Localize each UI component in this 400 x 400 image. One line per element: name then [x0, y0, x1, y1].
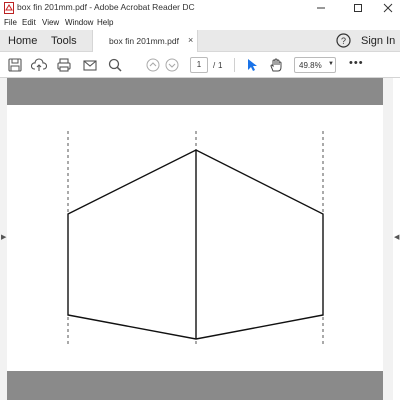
tab-document-label: box fin 201mm.pdf	[109, 36, 179, 46]
page-number-input[interactable]: 1	[190, 57, 208, 73]
upload-icon[interactable]	[31, 57, 47, 73]
hand-tool-icon[interactable]	[268, 57, 284, 73]
tab-document[interactable]: box fin 201mm.pdf ×	[92, 30, 198, 52]
svg-text:?: ?	[341, 36, 346, 46]
minimize-icon	[317, 7, 325, 9]
acrobat-pdf-icon	[4, 2, 14, 14]
menu-edit[interactable]: Edit	[22, 18, 36, 27]
menu-bar: File Edit View Window Help	[0, 16, 400, 30]
save-icon[interactable]	[7, 57, 23, 73]
close-icon	[383, 3, 393, 13]
maximize-icon	[354, 4, 362, 12]
tab-close-button[interactable]: ×	[188, 35, 193, 45]
tab-bar: Home Tools box fin 201mm.pdf × ? Sign In	[0, 30, 400, 52]
next-page-icon[interactable]	[164, 57, 180, 73]
zoom-value: 49.8%	[299, 61, 322, 70]
chevron-down-icon: ▼	[328, 61, 334, 67]
tab-home[interactable]: Home	[8, 35, 37, 47]
print-icon[interactable]	[56, 57, 72, 73]
help-icon[interactable]: ?	[336, 33, 351, 48]
search-icon[interactable]	[107, 57, 123, 73]
toolbar-divider	[234, 58, 235, 72]
tab-tools[interactable]: Tools	[51, 35, 77, 47]
close-window-button[interactable]	[372, 0, 400, 16]
menu-window[interactable]: Window	[65, 18, 93, 27]
window-title: box fin 201mm.pdf - Adobe Acrobat Reader…	[17, 2, 195, 12]
page-separator: /	[213, 61, 216, 70]
menu-view[interactable]: View	[42, 18, 59, 27]
maximize-button[interactable]	[342, 0, 374, 16]
select-cursor-icon[interactable]	[244, 57, 260, 73]
more-tools-button[interactable]: •••	[349, 57, 364, 69]
menu-help[interactable]: Help	[97, 18, 113, 27]
title-bar: box fin 201mm.pdf - Adobe Acrobat Reader…	[0, 0, 400, 16]
minimize-button[interactable]	[305, 0, 337, 16]
email-icon[interactable]	[82, 57, 98, 73]
sign-in-button[interactable]: Sign In	[361, 35, 395, 47]
prev-page-icon[interactable]	[145, 57, 161, 73]
menu-file[interactable]: File	[4, 18, 17, 27]
zoom-select[interactable]: 49.8% ▼	[294, 57, 336, 73]
toolbar: 1 / 1 49.8% ▼ •••	[0, 52, 400, 78]
page-total: 1	[218, 61, 223, 70]
document-view[interactable]: ▶ ◀	[0, 78, 400, 400]
pdf-page-drawing	[67, 131, 324, 345]
